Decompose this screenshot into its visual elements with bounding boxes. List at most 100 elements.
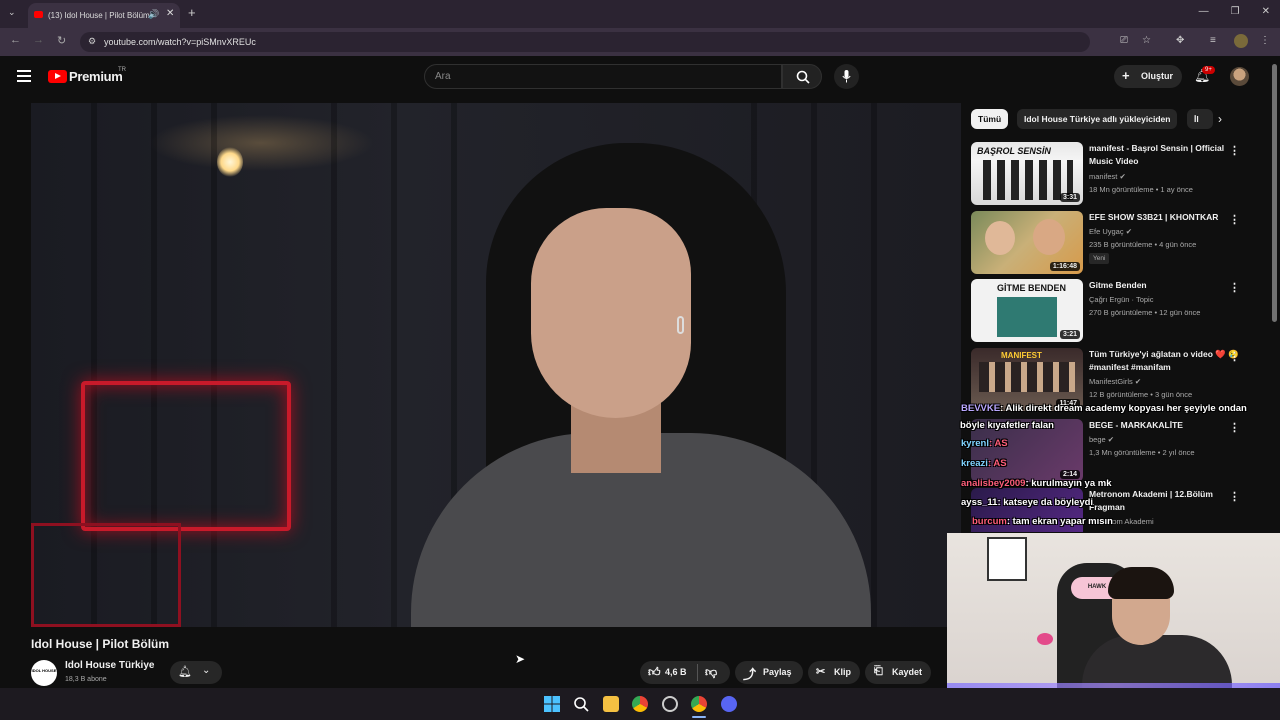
share-label: Paylaş [763,667,792,677]
browser-menu-icon[interactable]: ⋮ [1260,35,1270,46]
more-actions-icon[interactable]: ⋮ [1229,281,1240,294]
chrome-active-icon[interactable] [691,696,707,712]
bookmark-icon: ⎗ [874,665,883,677]
recommendation-channel[interactable]: manifest ✔ [1089,172,1126,181]
more-actions-icon[interactable]: ⋮ [1229,490,1240,503]
dislike-icon[interactable]: 👎︎ [705,665,717,680]
window-controls: — ❐ ✕ [1199,6,1270,17]
recommendation-channel[interactable]: bege ✔ [1089,435,1114,444]
recommendation-title[interactable]: Tüm Türkiye'yi ağlatan o video ❤️ 😢 #man… [1089,348,1239,374]
youtube-logo-icon[interactable] [48,70,67,83]
browser-tab-active[interactable]: (13) Idol House | Pilot Bölüm 🔊 ✕ [28,3,180,28]
recommendation-channel[interactable]: ManifestGirls ✔ [1089,377,1141,386]
recommendation-title[interactable]: Gitme Benden [1089,279,1239,292]
like-icon[interactable]: 👍︎ [648,665,661,680]
search-button[interactable] [782,64,822,89]
forward-icon[interactable]: → [33,34,44,46]
verified-icon: ✔ [1107,435,1115,444]
verified-icon: ✔ [1134,377,1142,386]
video-thumbnail[interactable]: BAŞROL SENSİN 3:31 [971,142,1083,205]
recommendation-title[interactable]: EFE SHOW S3B21 | KHONTKAR [1089,211,1239,224]
video-duration: 3:31 [1059,193,1080,202]
create-button[interactable]: + Oluştur [1114,65,1182,88]
video-player[interactable] [31,103,961,627]
chat-message: BEVVKE: Alik direkt dream academy kopyas… [961,403,1247,414]
recommendation-channel[interactable]: Efe Uygaç ✔ [1089,227,1132,236]
more-actions-icon[interactable]: ⋮ [1229,144,1240,157]
reading-list-icon[interactable]: ≡ [1210,35,1216,46]
clip-button[interactable]: ✂ Klip [808,661,860,684]
plus-icon: + [1122,68,1130,83]
bookmark-star-icon[interactable]: ☆ [1142,35,1151,46]
speaker-icon[interactable]: 🔊 [148,9,159,20]
recommendation-item[interactable]: GİTME BENDEN 3:21 Gitme Benden Çağrı Erg… [971,279,1271,343]
voice-search-button[interactable] [834,64,859,89]
recommendation-channel[interactable]: Çağrı Ergün · Topic [1089,295,1153,304]
subscriber-count: 18,3 B abone [65,676,107,683]
chip-uploader[interactable]: Idol House Türkiye adlı yükleyiciden [1017,109,1178,129]
site-info-icon[interactable]: ⚙ [88,36,96,47]
url-text: youtube.com/watch?v=piSMnvXREUc [104,37,256,47]
extensions-icon[interactable]: ✥ [1176,35,1184,46]
share-button[interactable]: ⤴ Paylaş [735,661,803,684]
video-thumbnail[interactable]: GİTME BENDEN 3:21 [971,279,1083,342]
video-red-prop [31,523,181,627]
channel-avatar[interactable]: IDOL HOUSE [31,660,57,686]
cast-icon[interactable]: ⎚ [1120,35,1128,46]
windows-start-icon[interactable] [544,696,560,712]
chevron-right-icon[interactable]: › [1218,112,1222,126]
save-label: Kaydet [892,667,923,677]
recommendation-title[interactable]: BEGE - MARKAKALİTE [1089,419,1239,432]
profile-avatar[interactable] [1234,34,1248,48]
recommendation-title[interactable]: Metronom Akademi | 12.Bölüm Fragman [1089,488,1239,514]
save-button[interactable]: ⎗ Kaydet [865,661,931,684]
search-input[interactable]: Ara [424,64,782,89]
recommendation-item[interactable]: BAŞROL SENSİN 3:31 manifest - Başrol Sen… [971,142,1271,206]
tab-title: (13) Idol House | Pilot Bölüm [48,11,150,20]
like-dislike-group: 👍︎ 4,6 B 👎︎ [640,661,730,684]
video-title: Idol House | Pilot Bölüm [31,637,170,651]
url-field[interactable]: ⚙ youtube.com/watch?v=piSMnvXREUc [80,32,1090,52]
chat-message: böyle kıyafetler falan [960,420,1054,431]
tab-list-icon[interactable]: ⌄ [8,7,16,18]
video-lamp-light [217,147,243,177]
more-actions-icon[interactable]: ⋮ [1229,213,1240,226]
scissors-icon: ✂ [816,666,826,678]
scrollbar-thumb[interactable] [1272,64,1277,322]
discord-icon[interactable] [721,696,737,712]
more-actions-icon[interactable]: ⋮ [1229,421,1240,434]
recommendation-title[interactable]: manifest - Başrol Sensin | Official Musi… [1089,142,1239,168]
youtube-favicon-icon [34,11,43,18]
video-earring [677,316,684,334]
verified-icon: ✔ [1125,227,1132,236]
restore-icon[interactable]: ❐ [1231,6,1240,17]
video-red-neon-prop [81,381,291,531]
new-tab-icon[interactable]: + [188,5,196,20]
channel-name[interactable]: Idol House Türkiye [65,660,154,671]
reload-icon[interactable]: ↻ [57,34,66,47]
subscription-bell-button[interactable]: 🔔︎ ⌄ [170,661,222,684]
account-avatar[interactable] [1230,67,1249,86]
taskbar-search-icon[interactable] [573,696,589,712]
chip-related[interactable]: İl [1187,109,1213,129]
chevron-down-icon: ⌄ [202,665,211,676]
like-count[interactable]: 4,6 B [665,667,687,677]
cat-poster [987,537,1027,581]
close-tab-icon[interactable]: ✕ [166,8,174,19]
logo-text[interactable]: Premium [69,69,123,84]
video-thumbnail[interactable]: 1:16:48 [971,211,1083,274]
chip-all[interactable]: Tümü [971,109,1009,129]
app-icon[interactable] [662,696,678,712]
close-window-icon[interactable]: ✕ [1262,6,1270,17]
back-icon[interactable]: ← [10,34,21,46]
minimize-icon[interactable]: — [1199,6,1209,17]
more-actions-icon[interactable]: ⋮ [1229,350,1240,363]
chat-message: kreazi: AS [961,458,1007,469]
browser-tab-bar: ⌄ (13) Idol House | Pilot Bölüm 🔊 ✕ + — … [0,0,1280,28]
chrome-icon[interactable] [632,696,648,712]
file-explorer-icon[interactable] [603,696,619,712]
hamburger-menu-icon[interactable] [17,70,31,82]
recommendation-meta: 270 B görüntüleme • 12 gün önce [1089,308,1201,317]
recommendation-item[interactable]: 1:16:48 EFE SHOW S3B21 | KHONTKAR Efe Uy… [971,211,1271,275]
video-thumbnail[interactable]: MANIFEST 11:47 [971,348,1083,411]
